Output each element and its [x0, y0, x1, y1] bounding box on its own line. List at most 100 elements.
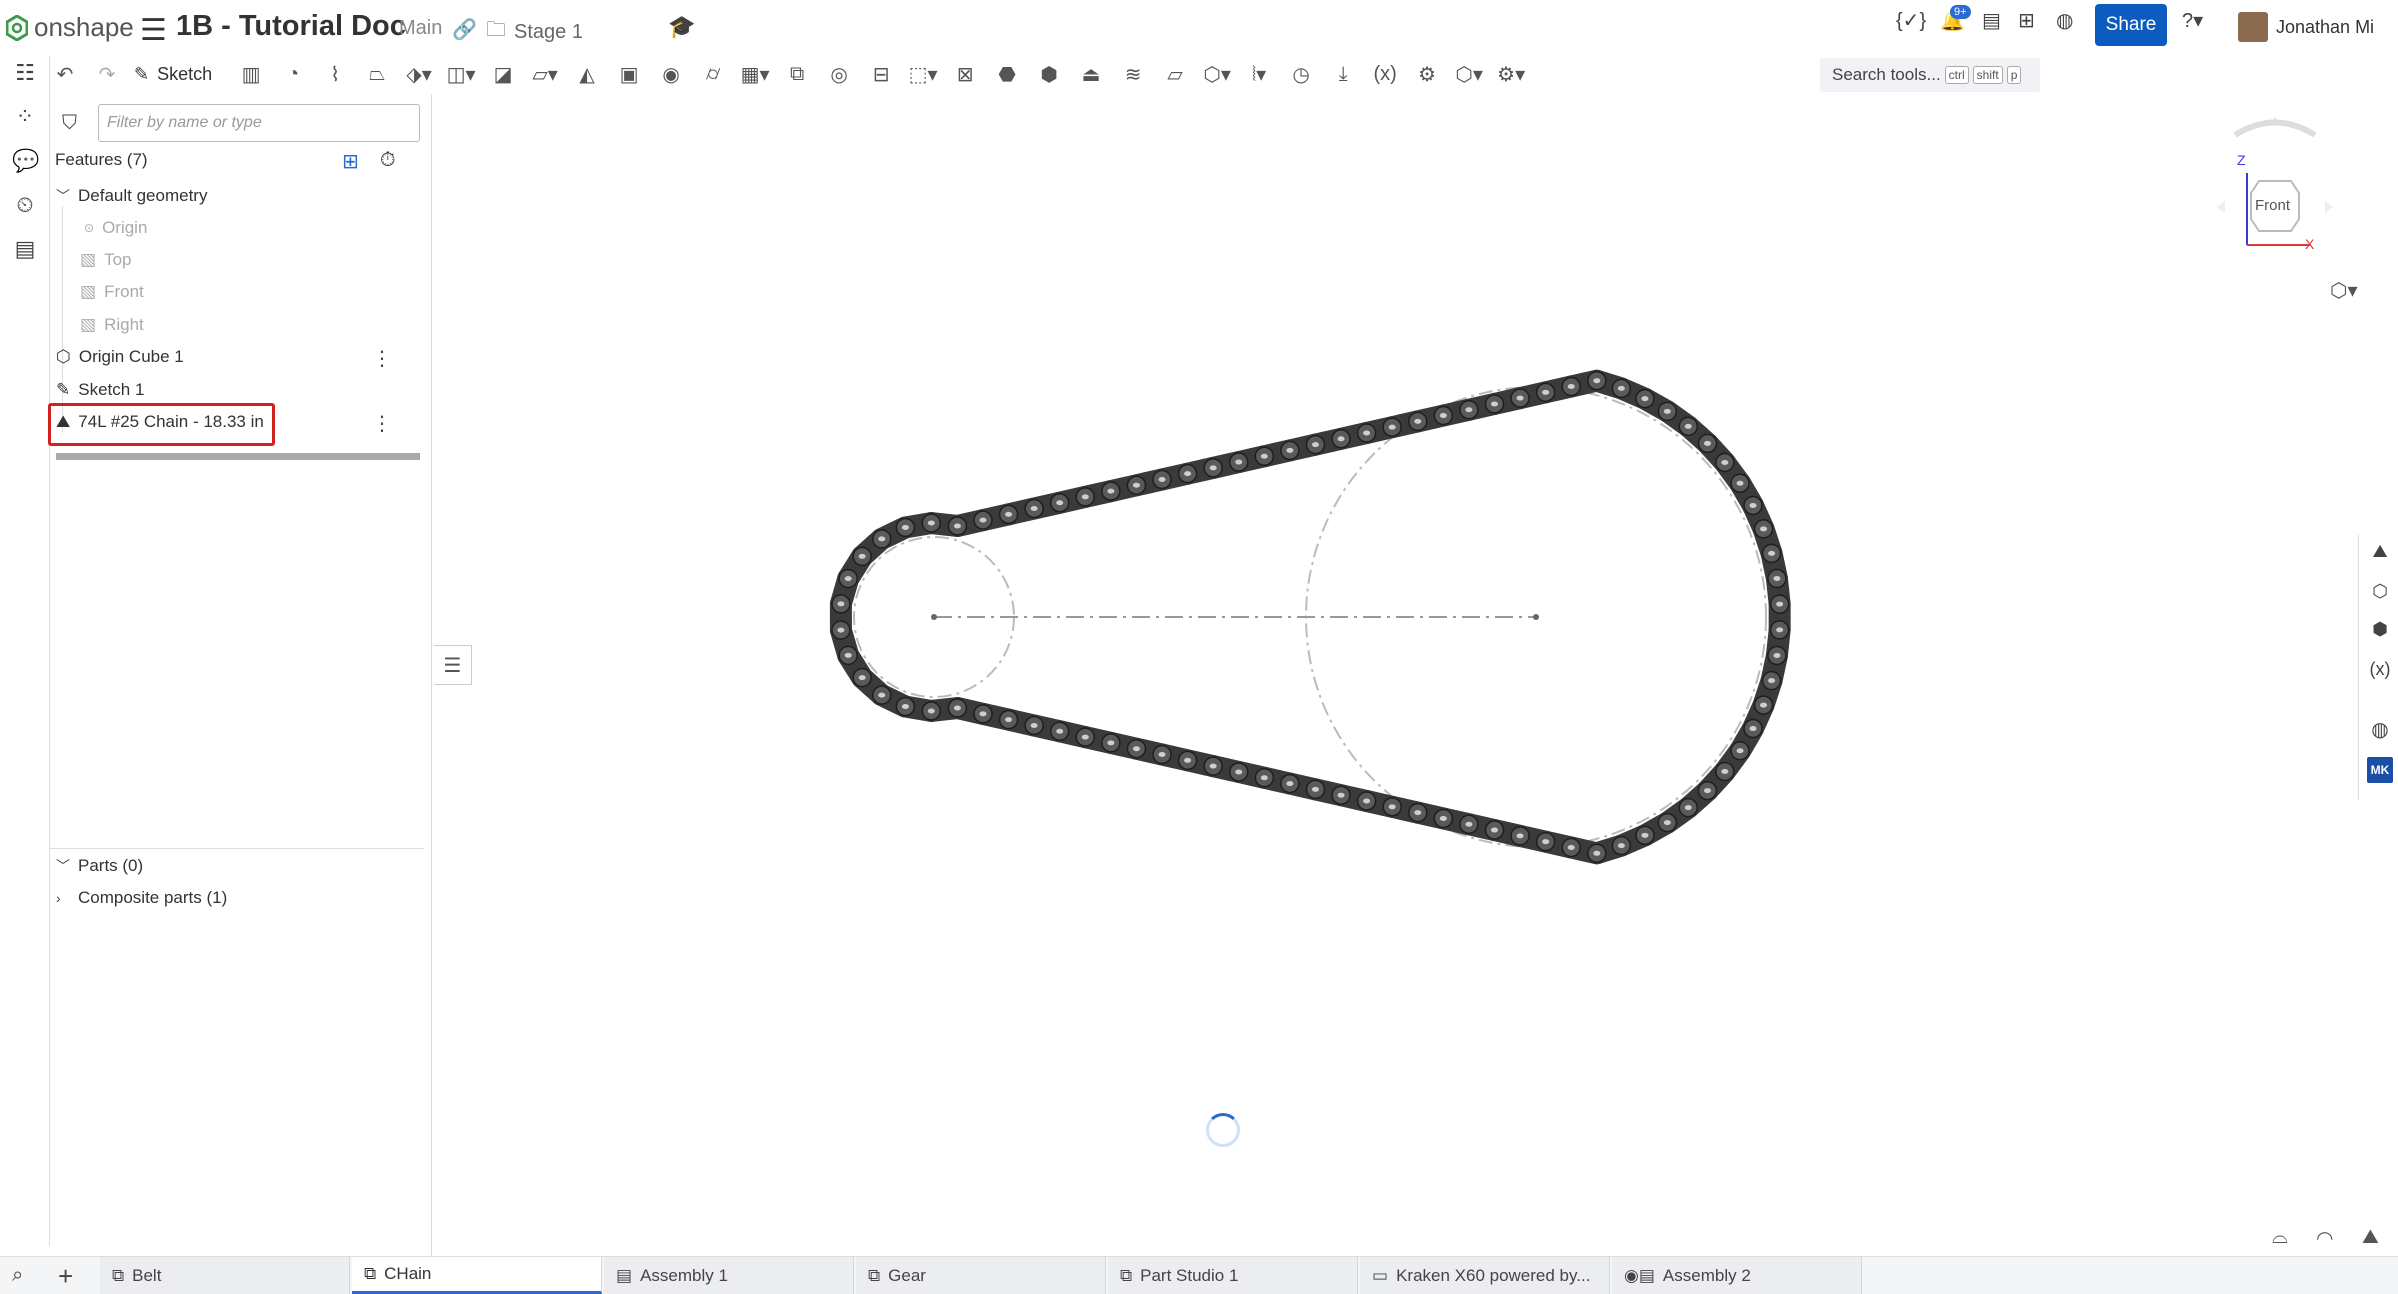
- replace-face-icon[interactable]: ⏏: [1076, 59, 1106, 89]
- filter-input[interactable]: Filter by name or type: [98, 104, 420, 142]
- share-button[interactable]: Share: [2095, 4, 2167, 46]
- render-mode-icon[interactable]: ⛰: [2362, 1226, 2379, 1249]
- boolean-icon[interactable]: ◎: [824, 59, 854, 89]
- chain-pin: [1005, 511, 1013, 517]
- help-icon[interactable]: ?▾: [2182, 8, 2203, 33]
- filter-icon[interactable]: ⛉: [62, 112, 77, 135]
- configurator-icon[interactable]: ⚙: [1412, 59, 1442, 89]
- document-title[interactable]: 1B - Tutorial Doc: [176, 10, 406, 43]
- search-tools-input[interactable]: Search tools... ctrl shift p: [1820, 58, 2040, 92]
- rollback-timer-icon[interactable]: ⏱: [380, 149, 396, 172]
- tree-default-geometry[interactable]: ﹀ Default geometry: [56, 186, 207, 206]
- shell-icon[interactable]: ▣: [614, 59, 644, 89]
- measure-view-icon[interactable]: ◠: [2316, 1226, 2333, 1251]
- link-icon[interactable]: 🔗: [452, 17, 477, 42]
- tree-item-label: Top: [104, 250, 132, 269]
- offset-surface-icon[interactable]: ≋: [1118, 59, 1148, 89]
- tree-parts[interactable]: ﹀ Parts (0): [56, 856, 143, 876]
- split-icon[interactable]: ⊟: [866, 59, 896, 89]
- modify-fillet-icon[interactable]: ⬣: [992, 59, 1022, 89]
- learning-center-icon[interactable]: 🎓: [668, 14, 695, 40]
- tab-bar: ⌕ + ⧉ Belt ⧉ CHain ▤ Assembly 1 ⧉ Gear ⧉…: [0, 1256, 2398, 1294]
- more-options-icon[interactable]: ⋮: [372, 346, 392, 371]
- rib-icon[interactable]: ◭: [572, 59, 602, 89]
- more-options-icon[interactable]: ⋮: [372, 411, 392, 436]
- tree-plane-top[interactable]: ▧ Top: [80, 250, 131, 270]
- display-icon[interactable]: ⚙▾: [1496, 59, 1526, 89]
- configurations-icon[interactable]: ⬡: [2367, 581, 2393, 607]
- extrude-icon[interactable]: ▥: [236, 59, 266, 89]
- mk-app-icon[interactable]: MK: [2367, 757, 2393, 783]
- chain-pin: [1721, 769, 1729, 775]
- app-store-icon[interactable]: ⊞: [2018, 8, 2035, 33]
- tab-assembly-2[interactable]: ◉▤ Assembly 2: [1612, 1257, 1862, 1294]
- featurescript-icon[interactable]: {✓}: [1896, 8, 1926, 33]
- draft-icon[interactable]: ⏥▾: [530, 59, 560, 89]
- rollback-bar[interactable]: [56, 453, 420, 460]
- tree-composite-parts[interactable]: › Composite parts (1): [56, 888, 227, 908]
- mate-connector-icon[interactable]: ⬡▾: [1202, 59, 1232, 89]
- curve-icon[interactable]: ◷: [1286, 59, 1316, 89]
- user-name: Jonathan Mi: [2276, 16, 2375, 37]
- release-icon[interactable]: ▤: [1982, 8, 2001, 33]
- comments-icon[interactable]: 💬: [12, 148, 39, 174]
- chamfer-icon[interactable]: ◪: [488, 59, 518, 89]
- part-studio-icon: ⧉: [868, 1265, 881, 1285]
- history-icon[interactable]: ⏲: [12, 192, 38, 218]
- menu-icon[interactable]: ☰: [140, 13, 167, 48]
- revolve-icon[interactable]: ◔: [278, 59, 308, 89]
- folder-breadcrumb[interactable]: 🗀 Stage 1: [486, 15, 583, 49]
- insert-icon[interactable]: ⁘: [12, 104, 38, 130]
- add-tab-button[interactable]: +: [58, 1261, 73, 1292]
- hole-icon[interactable]: ◉: [656, 59, 686, 89]
- fillet-icon[interactable]: ◫▾: [446, 59, 476, 89]
- tab-gear[interactable]: ⧉ Gear: [856, 1257, 1106, 1294]
- measure-icon[interactable]: ⤓: [1328, 59, 1358, 89]
- user-menu[interactable]: Jonathan Mi: [2238, 12, 2374, 42]
- onshape-logo[interactable]: onshape: [6, 12, 134, 43]
- tab-belt[interactable]: ⧉ Belt: [100, 1257, 350, 1294]
- versions-icon[interactable]: ◍: [2056, 8, 2073, 33]
- tab-part-studio-1[interactable]: ⧉ Part Studio 1: [1108, 1257, 1358, 1294]
- graphics-viewport[interactable]: [433, 92, 2398, 1242]
- undo-icon[interactable]: ↶: [50, 59, 80, 89]
- mirror-icon[interactable]: ⧉: [782, 59, 812, 89]
- thicken-icon[interactable]: ⬗▾: [404, 59, 434, 89]
- plane-icon[interactable]: ▱: [1160, 59, 1190, 89]
- tab-assembly-1[interactable]: ▤ Assembly 1: [604, 1257, 854, 1294]
- sketch-button[interactable]: ✎ Sketch: [134, 64, 212, 85]
- variable-icon[interactable]: (x): [1370, 59, 1400, 89]
- tree-origin-cube[interactable]: ⬡ Origin Cube 1: [56, 347, 184, 367]
- tree-sketch[interactable]: ✎ Sketch 1: [56, 380, 144, 400]
- variables-icon[interactable]: (x): [2367, 659, 2393, 685]
- section-view-icon[interactable]: ⌓: [2272, 1226, 2288, 1249]
- move-face-icon[interactable]: ⬢: [1034, 59, 1064, 89]
- render-app-icon[interactable]: ◍: [2367, 717, 2393, 743]
- tree-origin[interactable]: ⊙ Origin: [84, 218, 147, 238]
- bom-icon[interactable]: ▤: [12, 236, 38, 262]
- sweep-icon[interactable]: ⌇: [320, 59, 350, 89]
- pattern-icon[interactable]: ▦▾: [740, 59, 770, 89]
- loft-icon[interactable]: ⏢: [362, 59, 392, 89]
- search-tabs-icon[interactable]: ⌕: [12, 1264, 23, 1287]
- display-states-icon[interactable]: ⬢: [2367, 619, 2393, 645]
- view-options-icon[interactable]: ⬡▾: [2330, 278, 2358, 303]
- delete-part-icon[interactable]: ⊠: [950, 59, 980, 89]
- chain-pin: [1703, 788, 1711, 794]
- tree-plane-right[interactable]: ▧ Right: [80, 315, 144, 335]
- branch-label[interactable]: Main: [399, 17, 442, 40]
- custom-feature-icon[interactable]: ⬡▾: [1454, 59, 1484, 89]
- redo-icon[interactable]: ↷: [92, 59, 122, 89]
- tab-kraken[interactable]: ▭ Kraken X60 powered by...: [1360, 1257, 1610, 1294]
- view-cube[interactable]: Z X Front: [2215, 115, 2333, 293]
- helix-icon[interactable]: ⦚▾: [1244, 59, 1274, 89]
- transform-icon[interactable]: ⬚▾: [908, 59, 938, 89]
- chain-pin: [1516, 395, 1524, 401]
- tab-chain[interactable]: ⧉ CHain: [352, 1257, 602, 1294]
- cylinder-icon[interactable]: ⌭: [698, 59, 728, 89]
- add-folder-icon[interactable]: ⊞: [342, 149, 359, 174]
- tree-plane-front[interactable]: ▧ Front: [80, 282, 144, 302]
- feature-list-icon[interactable]: ☷: [12, 60, 38, 86]
- chain-pin: [1132, 482, 1140, 488]
- appearance-icon[interactable]: ⛰: [2367, 541, 2393, 567]
